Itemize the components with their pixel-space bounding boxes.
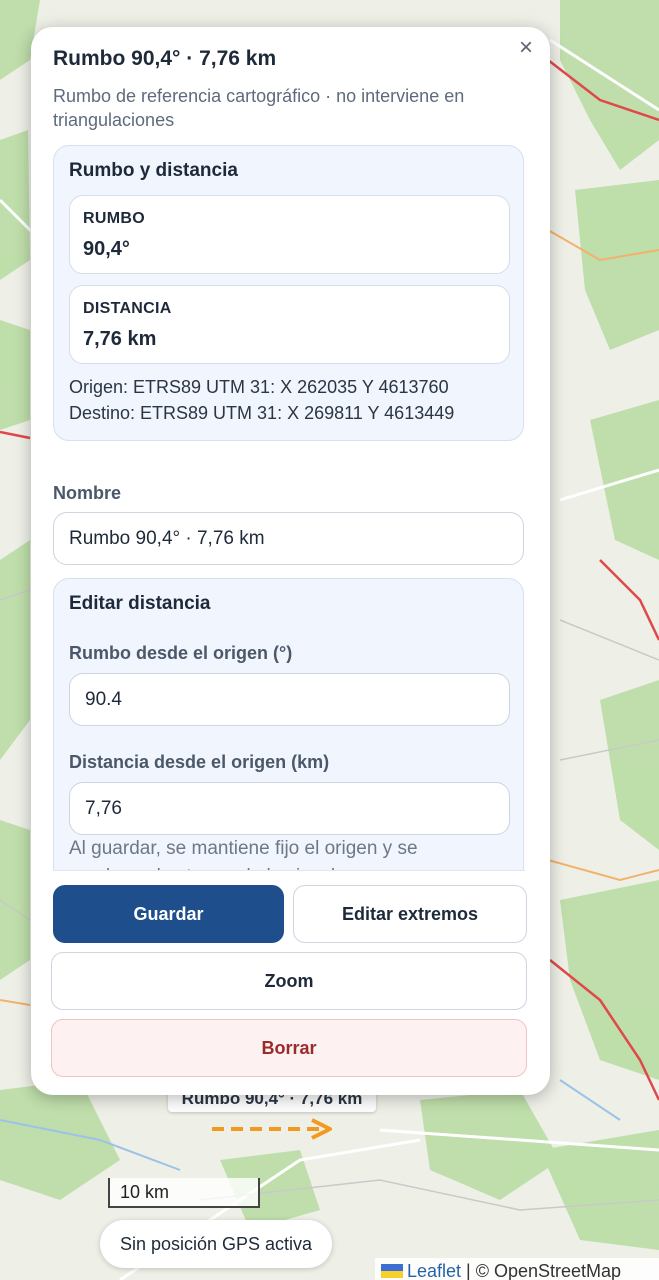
bearing-metric: RUMBO 90,4° bbox=[69, 195, 510, 274]
actions-divider bbox=[53, 870, 525, 871]
close-icon[interactable]: × bbox=[514, 36, 538, 60]
leaflet-link[interactable]: Leaflet bbox=[407, 1261, 461, 1280]
route-arrow-icon bbox=[212, 1118, 332, 1140]
origin-coordinates: Origen: ETRS89 UTM 31: X 262035 Y 461376… bbox=[69, 377, 449, 397]
map-attribution: Leaflet | © OpenStreetMap bbox=[375, 1258, 659, 1280]
bearing-label: RUMBO bbox=[83, 210, 145, 227]
destination-coordinates: Destino: ETRS89 UTM 31: X 269811 Y 46134… bbox=[69, 403, 455, 423]
gps-status-pill[interactable]: Sin posición GPS activa bbox=[100, 1220, 332, 1268]
distance-input-label: Distancia desde el origen (km) bbox=[69, 752, 330, 772]
bearing-input[interactable] bbox=[69, 673, 510, 726]
popup-subtitle: Rumbo de referencia cartográfico · no in… bbox=[53, 86, 465, 130]
bearing-input-label: Rumbo desde el origen (°) bbox=[69, 643, 293, 663]
distance-value: 7,76 km bbox=[83, 328, 157, 350]
distance-metric: DISTANCIA 7,76 km bbox=[69, 285, 510, 364]
distance-label: DISTANCIA bbox=[83, 300, 172, 317]
edit-distance-card: Editar distancia Rumbo desde el origen (… bbox=[53, 578, 524, 871]
route-popup: × Rumbo 90,4° · 7,76 km Rumbo de referen… bbox=[31, 27, 550, 1095]
zoom-button[interactable]: Zoom bbox=[51, 952, 527, 1010]
attribution-text: | © OpenStreetMap bbox=[461, 1261, 622, 1280]
bearing-value: 90,4° bbox=[83, 238, 130, 260]
edit-ends-button[interactable]: Editar extremos bbox=[293, 885, 527, 943]
summary-card: Rumbo y distancia RUMBO 90,4° DISTANCIA … bbox=[53, 145, 524, 441]
distance-input[interactable] bbox=[69, 782, 510, 835]
edit-hint-text: Al guardar, se mantiene fijo el origen y… bbox=[69, 838, 418, 871]
ukraine-flag-icon bbox=[381, 1264, 403, 1278]
popup-scroll-area[interactable]: Rumbo y distancia RUMBO 90,4° DISTANCIA … bbox=[53, 145, 525, 871]
save-button[interactable]: Guardar bbox=[53, 885, 284, 943]
delete-button[interactable]: Borrar bbox=[51, 1019, 527, 1077]
edit-card-title: Editar distancia bbox=[69, 593, 211, 614]
name-field-label: Nombre bbox=[53, 483, 122, 503]
map-scale-bar: 10 km bbox=[108, 1178, 260, 1208]
popup-title: Rumbo 90,4° · 7,76 km bbox=[53, 47, 277, 70]
summary-card-title: Rumbo y distancia bbox=[69, 160, 238, 181]
name-input[interactable] bbox=[53, 512, 524, 565]
